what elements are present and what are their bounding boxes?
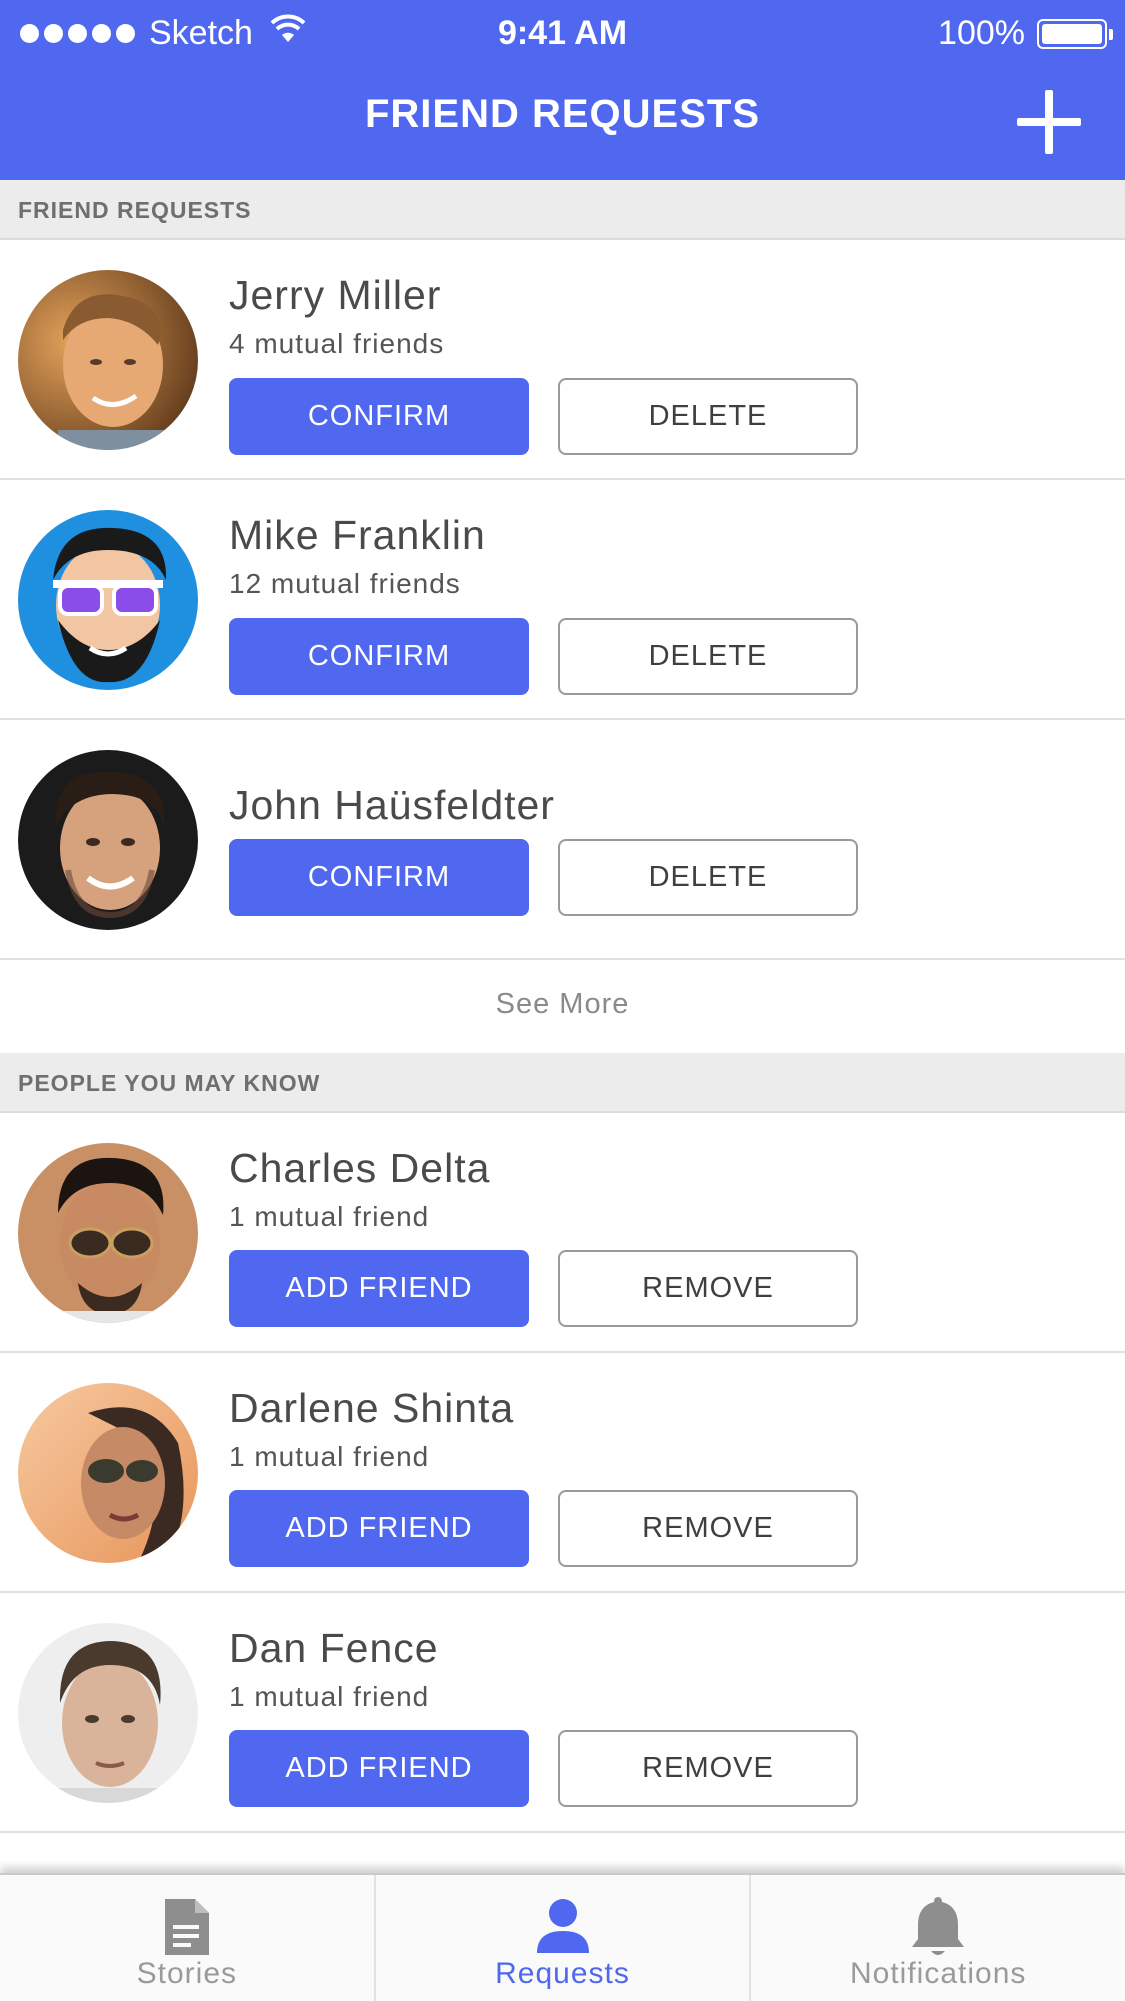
person-name: Dan Fence (229, 1625, 439, 1671)
person-name: John Haüsfeldter (229, 782, 555, 828)
mutual-friends-count: 1 mutual friend (229, 1441, 430, 1472)
friend-request-row: Mike Franklin 12 mutual friends CONFIRM … (0, 480, 1125, 720)
remove-button[interactable]: REMOVE (558, 1250, 858, 1327)
avatar[interactable] (18, 510, 198, 690)
tab-notifications[interactable]: Notifications (751, 1875, 1125, 2001)
status-right: 100% (938, 14, 1113, 53)
mutual-friends-count: 1 mutual friend (229, 1681, 430, 1712)
delete-button[interactable]: DELETE (558, 618, 858, 695)
mutual-friends-count: 1 mutual friend (229, 1201, 430, 1232)
tab-requests[interactable]: Requests (376, 1875, 752, 2001)
confirm-button[interactable]: CONFIRM (229, 618, 529, 695)
confirm-button[interactable]: CONFIRM (229, 378, 529, 455)
tab-label: Notifications (849, 1957, 1027, 1990)
mutual-friends-count: 4 mutual friends (229, 328, 445, 359)
person-name: Charles Delta (229, 1145, 491, 1191)
avatar[interactable] (18, 1623, 198, 1803)
mutual-friends-count: 12 mutual friends (229, 568, 461, 599)
add-icon[interactable] (1017, 90, 1081, 154)
person-icon (527, 1891, 599, 1963)
see-more-link[interactable]: See More (0, 962, 1125, 1054)
section-header-friend-requests: FRIEND REQUESTS (0, 180, 1125, 240)
section-header-people-you-may-know: PEOPLE YOU MAY KNOW (0, 1053, 1125, 1113)
page-title: FRIEND REQUESTS (364, 92, 761, 136)
battery-icon (1037, 18, 1113, 49)
delete-button[interactable]: DELETE (558, 378, 858, 455)
add-friend-button[interactable]: ADD FRIEND (229, 1250, 529, 1327)
tab-label: Stories (136, 1957, 238, 1990)
friend-request-row: John Haüsfeldter CONFIRM DELETE (0, 720, 1125, 960)
avatar[interactable] (18, 1143, 198, 1323)
remove-button[interactable]: REMOVE (558, 1730, 858, 1807)
status-bar: Sketch 9:41 AM 100% (0, 0, 1125, 70)
add-friend-button[interactable]: ADD FRIEND (229, 1730, 529, 1807)
person-name: Mike Franklin (229, 512, 486, 558)
avatar[interactable] (18, 750, 198, 930)
add-friend-button[interactable]: ADD FRIEND (229, 1490, 529, 1567)
delete-button[interactable]: DELETE (558, 839, 858, 916)
remove-button[interactable]: REMOVE (558, 1490, 858, 1567)
suggestion-row: Dan Fence 1 mutual friend ADD FRIEND REM… (0, 1593, 1125, 1833)
suggestion-row: Charles Delta 1 mutual friend ADD FRIEND… (0, 1113, 1125, 1353)
avatar[interactable] (18, 1383, 198, 1563)
tab-bar: Stories Requests Notifications (0, 1873, 1125, 2001)
person-name: Jerry Miller (229, 272, 442, 318)
document-icon (151, 1891, 223, 1963)
app-header: Sketch 9:41 AM 100% FRIEND REQUESTS (0, 0, 1125, 180)
avatar[interactable] (18, 270, 198, 450)
tab-stories[interactable]: Stories (0, 1875, 376, 2001)
friend-request-row: Jerry Miller 4 mutual friends CONFIRM DE… (0, 240, 1125, 480)
tab-label: Requests (495, 1957, 630, 1990)
suggestion-row: Darlene Shinta 1 mutual friend ADD FRIEN… (0, 1353, 1125, 1593)
person-name: Darlene Shinta (229, 1385, 515, 1431)
battery-percentage: 100% (938, 14, 1025, 52)
confirm-button[interactable]: CONFIRM (229, 839, 529, 916)
bell-icon (902, 1891, 974, 1963)
